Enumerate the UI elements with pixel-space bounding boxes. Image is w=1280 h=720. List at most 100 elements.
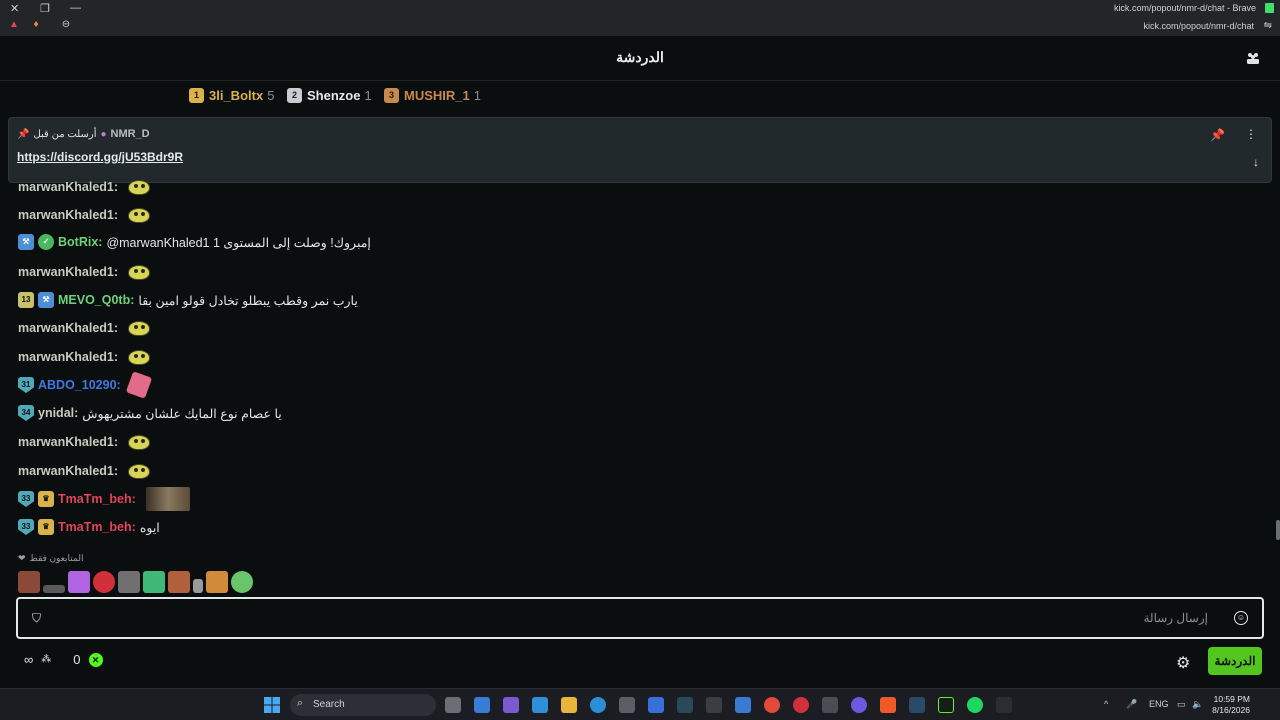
- task-view-icon[interactable]: [445, 697, 461, 713]
- unpin-icon[interactable]: 📌: [1210, 128, 1225, 142]
- send-button[interactable]: الدردشة: [1208, 647, 1262, 675]
- leaderboard-item[interactable]: 1 3li_Boltx 5: [189, 86, 274, 104]
- username[interactable]: marwanKhaled1: [18, 435, 114, 449]
- username[interactable]: marwanKhaled1: [18, 265, 114, 279]
- emote-icon[interactable]: [231, 571, 253, 593]
- restore-window-icon[interactable]: ❐: [40, 2, 50, 15]
- app-icon[interactable]: [938, 697, 954, 713]
- reader-icon[interactable]: ⇋: [1264, 20, 1272, 31]
- scrollbar[interactable]: [1276, 520, 1280, 540]
- chat-title: الدردشة: [616, 49, 664, 65]
- heart-icon: ❤: [18, 553, 26, 563]
- clock[interactable]: 10:59 PM 8/16/2026: [1212, 694, 1250, 716]
- message-input[interactable]: [48, 607, 1208, 629]
- emote-icon[interactable]: [118, 571, 140, 593]
- settings-icon[interactable]: ⚙: [1176, 653, 1190, 673]
- more-options-icon[interactable]: ⋮: [1245, 127, 1257, 141]
- app-icon[interactable]: [735, 697, 751, 713]
- language-indicator[interactable]: ENG: [1149, 699, 1169, 709]
- username[interactable]: MEVO_Q0tb: [58, 293, 130, 307]
- chat-message: marwanKhaled1:: [18, 261, 152, 283]
- username[interactable]: ynidal: [38, 406, 74, 420]
- pinned-user[interactable]: NMR_D: [111, 128, 150, 140]
- moderator-icon: ⚒: [38, 292, 54, 308]
- zoom-icon[interactable]: ⊖: [60, 19, 72, 31]
- username[interactable]: marwanKhaled1: [18, 464, 114, 478]
- leaderboard-item[interactable]: 2 Shenzoe 1: [287, 86, 372, 104]
- username[interactable]: marwanKhaled1: [18, 208, 114, 222]
- share-icon[interactable]: ⁂: [41, 654, 51, 665]
- username[interactable]: BotRix: [58, 235, 98, 249]
- windows-start-icon[interactable]: [264, 697, 280, 713]
- subscriber-badge: 13: [18, 292, 34, 308]
- file-explorer-icon[interactable]: [561, 697, 577, 713]
- app-icon[interactable]: [532, 697, 548, 713]
- store-icon[interactable]: [619, 697, 635, 713]
- pin-icon: 📌: [17, 128, 30, 140]
- address-bar[interactable]: kick.com/popout/nmr-d/chat: [1143, 21, 1254, 31]
- brave-icon[interactable]: [880, 697, 896, 713]
- chrome-icon[interactable]: [764, 697, 780, 713]
- emoji-icon[interactable]: ☺: [1234, 611, 1248, 625]
- subscriber-badge: 33: [18, 519, 34, 535]
- emote-icon[interactable]: [206, 571, 228, 593]
- emote-icon[interactable]: [93, 571, 115, 593]
- brave-rewards-icon[interactable]: ▲: [8, 19, 20, 31]
- username[interactable]: TmaTm_beh: [58, 492, 132, 506]
- app-icon[interactable]: [648, 697, 664, 713]
- points-area: ∞ ⁂ 0 ✕: [24, 652, 103, 667]
- network-icon[interactable]: ▭: [1177, 699, 1186, 710]
- browser-titlebar: ✕ ❐ — ▲ ♦ ⊖ kick.com/popout/nmr-d/chat -…: [0, 0, 1280, 36]
- supporters-label: ❤ المتابعون فقط: [18, 553, 84, 563]
- emote-icon[interactable]: [43, 585, 65, 593]
- emote-icon[interactable]: [68, 571, 90, 593]
- microphone-icon[interactable]: 🎤: [1126, 699, 1137, 710]
- steam-icon[interactable]: [909, 697, 925, 713]
- app-icon[interactable]: [503, 697, 519, 713]
- pinned-message: 📌 أرسلت من قبل ● NMR_D https://discord.g…: [8, 117, 1272, 183]
- pinned-link[interactable]: https://discord.gg/jU53Bdr9R: [17, 150, 183, 164]
- taskbar-search[interactable]: ⌕ Search: [290, 694, 436, 716]
- app-icon[interactable]: [793, 697, 809, 713]
- search-icon: ⌕: [297, 697, 304, 709]
- username[interactable]: marwanKhaled1: [18, 350, 114, 364]
- username[interactable]: marwanKhaled1: [18, 180, 114, 194]
- pinned-label: أرسلت من قبل: [33, 128, 97, 140]
- close-window-icon[interactable]: ✕: [10, 2, 19, 15]
- message-text: ايوه: [139, 520, 160, 535]
- expand-down-icon[interactable]: ↓: [1253, 155, 1259, 169]
- discord-icon[interactable]: [851, 697, 867, 713]
- leaderboard-user: MUSHIR_1: [404, 87, 470, 103]
- app-icon[interactable]: [996, 697, 1012, 713]
- volume-icon[interactable]: 🔈: [1192, 699, 1203, 710]
- crown-icon: ♛: [38, 519, 54, 535]
- app-icon[interactable]: [706, 697, 722, 713]
- leaderboard-item[interactable]: 3 MUSHIR_1 1: [384, 86, 481, 104]
- infinity-icon[interactable]: ∞: [24, 652, 33, 667]
- emote-icon[interactable]: [193, 579, 203, 593]
- username[interactable]: TmaTm_beh: [58, 520, 132, 534]
- app-icon[interactable]: [677, 697, 693, 713]
- username[interactable]: ABDO_10290: [38, 378, 117, 392]
- rank-badge: 1: [189, 87, 204, 103]
- subscriber-badge: 34: [18, 405, 34, 421]
- brave-shield-icon[interactable]: ♦: [30, 19, 42, 31]
- leaderboard-count: 1: [364, 87, 372, 103]
- emote-bar: [18, 571, 253, 593]
- edge-icon[interactable]: [590, 697, 606, 713]
- minimize-window-icon[interactable]: —: [70, 2, 81, 14]
- username[interactable]: marwanKhaled1: [18, 321, 114, 335]
- emote-icon[interactable]: [18, 571, 40, 593]
- shield-icon[interactable]: ⛉: [32, 611, 45, 625]
- spotify-icon[interactable]: [967, 697, 983, 713]
- emote-icon[interactable]: [168, 571, 190, 593]
- chat-header: الدردشة: [0, 36, 1280, 81]
- notepad-icon[interactable]: [474, 697, 490, 713]
- verified-icon: ✓: [38, 234, 54, 250]
- chevron-up-icon[interactable]: ^: [1104, 699, 1108, 709]
- users-icon[interactable]: [1246, 51, 1260, 65]
- kick-points-icon[interactable]: ✕: [88, 652, 103, 667]
- app-icon[interactable]: [822, 697, 838, 713]
- kick-logo-icon: [1265, 3, 1274, 13]
- emote-icon[interactable]: [143, 571, 165, 593]
